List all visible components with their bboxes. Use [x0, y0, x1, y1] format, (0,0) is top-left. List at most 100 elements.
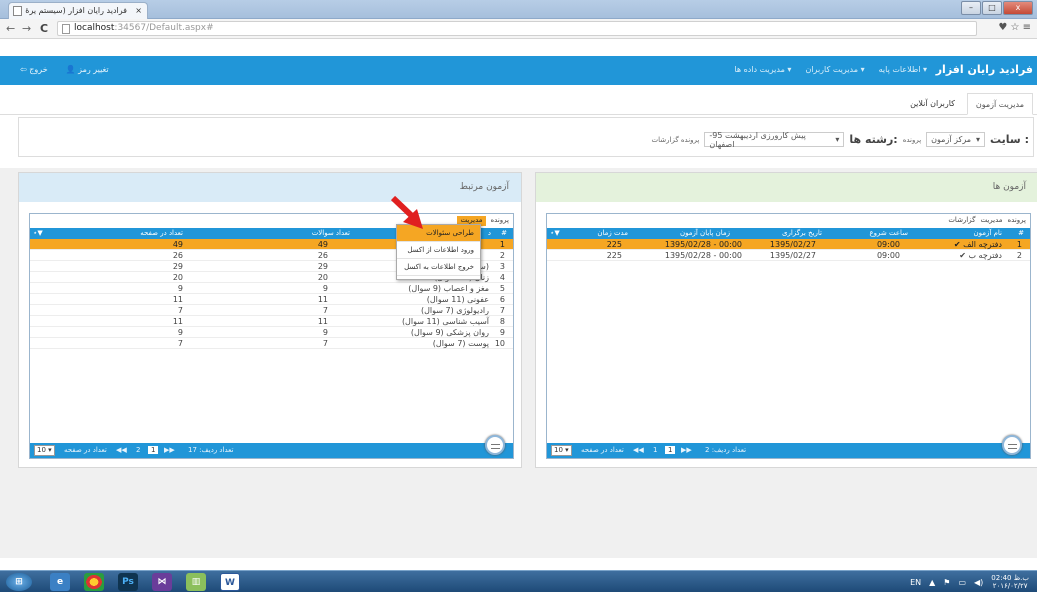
chrome-icon[interactable]: [84, 573, 104, 591]
table-row[interactable]: 6 عفونی (11 سوال) 11 11: [30, 294, 513, 305]
forward-arrow-icon[interactable]: →: [22, 22, 31, 35]
flag-icon[interactable]: ⚑: [943, 578, 950, 587]
filter-icon[interactable]: ⋆▼: [550, 229, 560, 237]
language-indicator[interactable]: EN: [910, 578, 921, 587]
col-end-time[interactable]: زمان پایان آزمون: [680, 229, 730, 237]
table-row[interactable]: 9 روان پزشکی (9 سوال) 9 9: [30, 327, 513, 338]
user-actions: ⇦ خروج 👤 تغییر رمز: [20, 65, 109, 74]
back-arrow-icon[interactable]: ←: [6, 22, 15, 35]
network-icon[interactable]: ▭: [958, 578, 966, 587]
tab-close-icon[interactable]: ×: [135, 6, 142, 15]
word-icon[interactable]: W: [220, 573, 240, 591]
col-name[interactable]: د: [488, 229, 491, 237]
table-row[interactable]: 7 رادیولوژی (7 سوال) 7 7: [30, 305, 513, 316]
row-end-time: 1395/02/28 - 00:00: [664, 251, 742, 260]
row-question-count: 29: [317, 262, 328, 271]
row-question-count: 9: [322, 328, 328, 337]
exams-grid-menu: پرونده مدیریت گزارشات: [547, 214, 1030, 228]
nav-data[interactable]: مدیریت داده ها ▾: [734, 65, 791, 74]
red-arrow-annotation: [390, 195, 423, 229]
main-nav: اطلاعات پایه ▾ مدیریت کاربران ▾ مدیریت د…: [734, 65, 927, 74]
filter-bar: سایت : مرکز آزمون ▾ پرونده رشته ها: پیش ک…: [18, 117, 1034, 157]
url-host: localhost: [74, 23, 115, 33]
site-file-label[interactable]: پرونده: [903, 136, 921, 144]
reload-icon[interactable]: C: [40, 22, 48, 35]
col-exam-name[interactable]: نام آزمون: [974, 229, 1002, 237]
col-number[interactable]: #: [1018, 229, 1024, 237]
fab-menu-button[interactable]: [1002, 435, 1022, 455]
total-pages: 1: [653, 446, 658, 454]
site-select[interactable]: مرکز آزمون ▾: [926, 132, 986, 147]
minimize-button[interactable]: –: [961, 1, 981, 15]
volume-icon[interactable]: ◀): [974, 578, 983, 587]
pager-prev-icon[interactable]: ◀◀: [116, 446, 127, 454]
page-input[interactable]: 1: [665, 446, 676, 454]
fab-menu-button[interactable]: [485, 435, 505, 455]
row-name: پوست (7 سوال): [432, 339, 489, 348]
app-tabs: مدیریت آزمون کاربران آنلاین: [0, 89, 1037, 115]
tab-exam-management[interactable]: مدیریت آزمون: [966, 93, 1033, 115]
related-exam-panel: آزمون مرتبط پرونده مدیریت # د تعداد سوال…: [18, 172, 522, 468]
row-end-time: 1395/02/28 - 00:00: [664, 240, 742, 249]
visual-studio-icon[interactable]: ⋈: [152, 573, 172, 591]
row-number: 8: [499, 317, 505, 326]
pager-prev-icon[interactable]: ◀◀: [633, 446, 644, 454]
menu-reports[interactable]: گزارشات: [948, 216, 975, 226]
row-name: مغز و اعصاب (9 سوال): [408, 284, 489, 293]
pager-next-icon[interactable]: ▶▶: [164, 446, 175, 454]
ie-icon[interactable]: e: [50, 573, 70, 591]
clock[interactable]: 02:40 ب.ظ ۲۰۱۶/۰۲/۲۷: [991, 574, 1029, 590]
tray-up-icon[interactable]: ▲: [929, 578, 935, 587]
menu-file[interactable]: پرونده: [1008, 216, 1026, 226]
nav-base-info[interactable]: اطلاعات پایه ▾: [879, 65, 927, 74]
row-number: 1: [1016, 240, 1022, 249]
row-per-page: 7: [177, 306, 183, 315]
browser-tab[interactable]: فرادید رایان افزار (سیستم یرهٔ ×: [8, 2, 148, 19]
report-label[interactable]: پرونده گزارشات: [652, 136, 700, 144]
col-date[interactable]: تاریخ برگزاری: [782, 229, 822, 237]
photoshop-icon[interactable]: Ps: [118, 573, 138, 591]
row-name: آسیب شناسی (11 سوال): [401, 317, 489, 326]
row-date: 1395/02/27: [769, 251, 816, 260]
exams-panel-title: آزمون ها: [536, 173, 1037, 202]
start-button[interactable]: ⊞: [6, 573, 32, 591]
col-per-page[interactable]: تعداد در صفحه: [140, 229, 183, 237]
row-per-page: 7: [177, 339, 183, 348]
logout-link[interactable]: ⇦ خروج: [20, 65, 48, 74]
nav-users[interactable]: مدیریت کاربران ▾: [805, 65, 864, 74]
window-controls: – □ x: [961, 1, 1033, 15]
per-page-select[interactable]: 10 ▾: [34, 445, 55, 456]
site-select-value: مرکز آزمون: [931, 135, 972, 144]
page-input[interactable]: 1: [148, 446, 159, 454]
col-duration[interactable]: مدت زمان: [597, 229, 628, 237]
page-icon: [13, 6, 22, 16]
table-row[interactable]: 1 ✔ دفترچه الف 09:00 1395/02/27 1395/02/…: [547, 239, 1030, 250]
col-number[interactable]: #: [501, 229, 507, 237]
menu-item-export-excel[interactable]: خروج اطلاعات به اکسل: [397, 259, 480, 276]
table-row[interactable]: 10 پوست (7 سوال) 7 7: [30, 338, 513, 349]
chevron-down-icon: ▾: [835, 135, 840, 144]
change-password-label: تغییر رمز: [78, 65, 109, 74]
chart-app-icon[interactable]: ▥: [186, 573, 206, 591]
filter-icon[interactable]: ⋆▼: [33, 229, 43, 237]
table-row[interactable]: 2 ✔ دفترچه ب 09:00 1395/02/27 1395/02/28…: [547, 250, 1030, 261]
menu-item-import-excel[interactable]: ورود اطلاعات از اکسل: [397, 242, 480, 259]
pager-next-icon[interactable]: ▶▶: [681, 446, 692, 454]
close-window-button[interactable]: x: [1003, 1, 1033, 15]
col-question-count[interactable]: تعداد سوالات: [312, 229, 350, 237]
table-row[interactable]: 8 آسیب شناسی (11 سوال) 11 11: [30, 316, 513, 327]
menu-file[interactable]: پرونده: [491, 216, 509, 226]
field-select[interactable]: پیش کارورزی اردیبهشت 95-اصفهان ▾: [704, 131, 845, 149]
per-page-select[interactable]: 10 ▾: [551, 445, 572, 456]
col-start-time[interactable]: ساعت شروع: [869, 229, 908, 237]
menu-management[interactable]: مدیریت: [980, 216, 1002, 226]
table-row[interactable]: 5 مغز و اعصاب (9 سوال) 9 9: [30, 283, 513, 294]
change-password-link[interactable]: 👤 تغییر رمز: [66, 65, 109, 74]
app-brand[interactable]: فرادید رایان افزار: [936, 63, 1033, 76]
url-input[interactable]: localhost:34567/Default.aspx#: [57, 21, 977, 36]
tab-online-users[interactable]: کاربران آنلاین: [902, 93, 963, 115]
browser-tools-icons[interactable]: ♥ ☆ ≡: [998, 22, 1031, 33]
maximize-button[interactable]: □: [982, 1, 1002, 15]
per-page-label: تعداد در صفحه: [581, 446, 624, 454]
related-grid-footer: 10 ▾ تعداد در صفحه ◀◀ 2 1 ▶▶ تعداد ردیف:…: [30, 443, 513, 458]
